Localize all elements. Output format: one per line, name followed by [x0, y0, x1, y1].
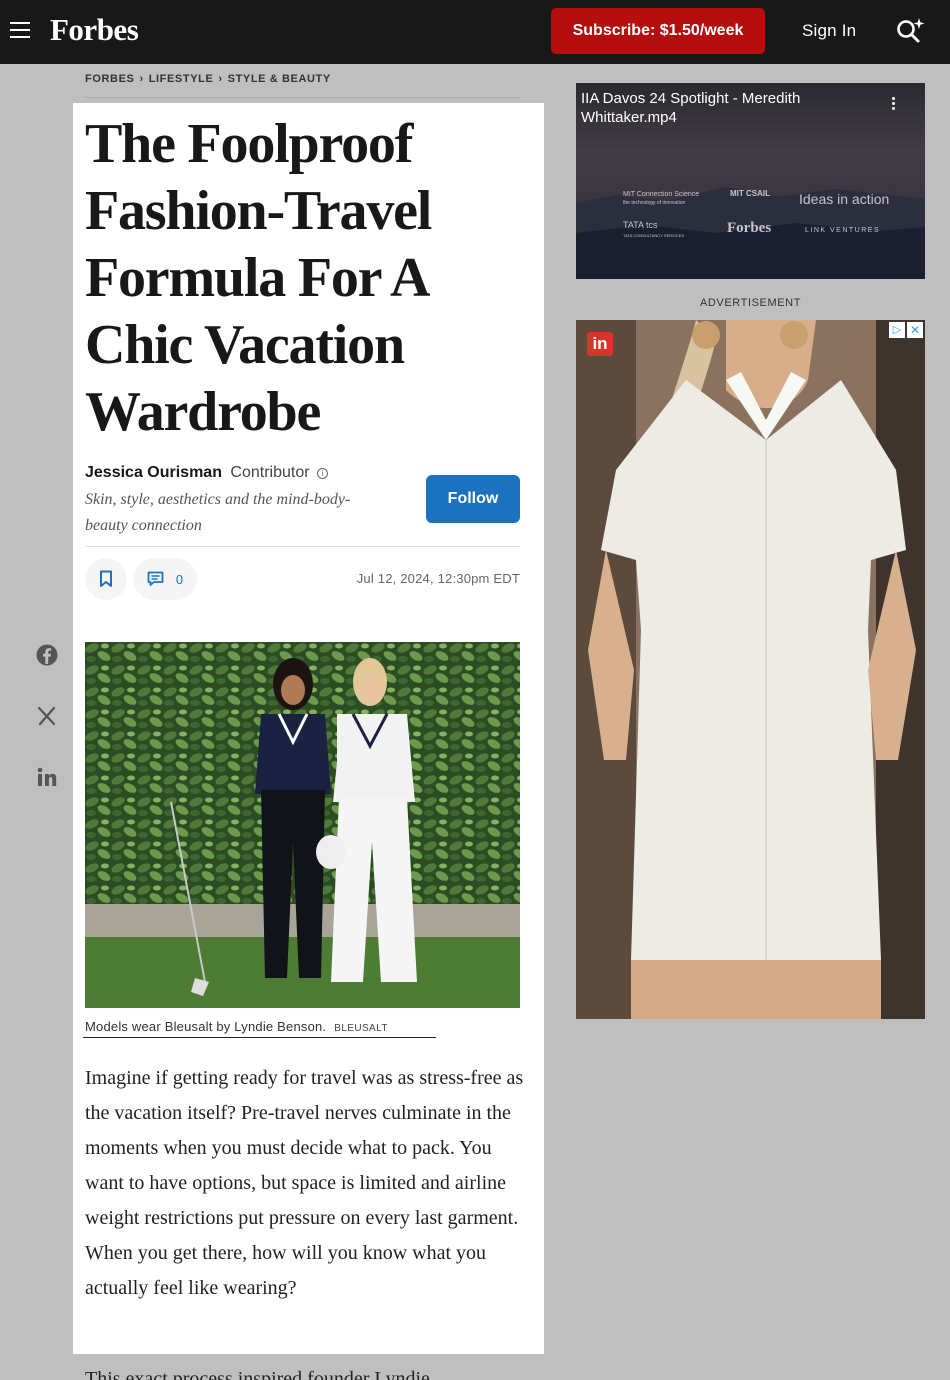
top-navigation-bar: Forbes Subscribe: $1.50/week Sign In: [0, 0, 950, 64]
logo-text: MIT Connection Science: [623, 191, 700, 198]
publish-date: Jul 12, 2024, 12:30pm EDT: [356, 571, 520, 586]
breadcrumb-lifestyle[interactable]: LIFESTYLE: [149, 73, 214, 85]
author-divider: [85, 546, 520, 547]
video-logo-link-ventures: LINK VENTURES: [805, 227, 881, 234]
caption-underline: [83, 1037, 436, 1038]
sign-in-link[interactable]: Sign In: [802, 21, 856, 41]
video-logo-mit-connection: MIT Connection Science the technology of…: [623, 191, 699, 207]
image-caption: Models wear Bleusalt by Lyndie Benson. BL…: [85, 1019, 388, 1034]
subscribe-button[interactable]: Subscribe: $1.50/week: [551, 8, 765, 54]
linkedin-icon: [37, 767, 57, 786]
logo-text: TATA CONSULTANCY SERVICES: [623, 233, 685, 238]
video-logo-ideas: Ideas in action: [799, 191, 890, 207]
author-name[interactable]: Jessica Ourisman: [85, 464, 222, 481]
breadcrumb-separator-icon: ›: [139, 73, 144, 85]
author-bio: Skin, style, aesthetics and the mind-bod…: [85, 491, 351, 534]
advertisement-banner[interactable]: in ▷ ✕: [576, 320, 925, 1019]
search-sparkle-icon[interactable]: [894, 16, 928, 46]
article-hero-image[interactable]: [85, 642, 520, 1008]
adchoices-icon[interactable]: ▷: [889, 322, 905, 338]
logo-text: TATA tcs: [623, 220, 658, 230]
article-headline: The Foolproof Fashion-Travel Formula For…: [85, 113, 432, 443]
breadcrumb-separator-icon: ›: [218, 73, 223, 85]
video-logo-csail: MIT CSAIL: [730, 189, 770, 198]
breadcrumb: FORBES › LIFESTYLE › STYLE & BEAUTY: [85, 73, 331, 85]
x-icon: [37, 706, 56, 726]
info-icon[interactable]: i: [317, 468, 329, 479]
article-paragraph: Imagine if getting ready for travel was …: [85, 1067, 524, 1299]
caption-credit: BLEUSALT: [334, 1023, 388, 1034]
article-paragraph-next: This exact process inspired founder Lynd…: [85, 1368, 430, 1380]
hero-photo: [85, 642, 520, 1008]
comment-icon: [147, 571, 164, 586]
share-x-button[interactable]: [36, 705, 58, 727]
video-player[interactable]: IIA Davos 24 Spotlight - Meredith Whitta…: [576, 83, 925, 279]
comment-count: 0: [175, 571, 184, 587]
advertisement-label: ADVERTISEMENT: [699, 297, 802, 309]
breadcrumb-divider: [84, 97, 520, 98]
close-ad-icon[interactable]: ✕: [907, 322, 923, 338]
video-logo-forbes: Forbes: [727, 220, 772, 236]
bookmark-button[interactable]: [85, 558, 127, 600]
bookmark-icon: [100, 570, 112, 587]
more-options-icon[interactable]: [892, 97, 896, 112]
hamburger-menu-icon[interactable]: [10, 22, 30, 40]
article-card: The Foolproof Fashion-Travel Formula For…: [73, 103, 544, 1354]
facebook-icon: [36, 644, 58, 666]
video-title: IIA Davos 24 Spotlight - Meredith Whitta…: [581, 90, 801, 126]
share-linkedin-button[interactable]: [36, 766, 58, 788]
video-logo-tcs: TATA tcs TATA CONSULTANCY SERVICES: [623, 221, 684, 240]
ad-brand-badge[interactable]: in: [587, 332, 613, 356]
comments-button[interactable]: 0: [133, 558, 197, 600]
author-line: Jessica Ourisman Contributor i: [85, 464, 425, 482]
follow-button[interactable]: Follow: [426, 475, 520, 523]
logo-text: the technology of innovation: [623, 200, 686, 206]
forbes-logo[interactable]: Forbes: [50, 12, 139, 48]
breadcrumb-style-beauty[interactable]: STYLE & BEAUTY: [228, 73, 331, 85]
ad-dress-photo: [576, 320, 925, 1019]
caption-text: Models wear Bleusalt by Lyndie Benson.: [85, 1019, 327, 1034]
breadcrumb-forbes[interactable]: FORBES: [85, 73, 134, 85]
author-role: Contributor: [230, 464, 310, 481]
share-facebook-button[interactable]: [36, 644, 58, 666]
